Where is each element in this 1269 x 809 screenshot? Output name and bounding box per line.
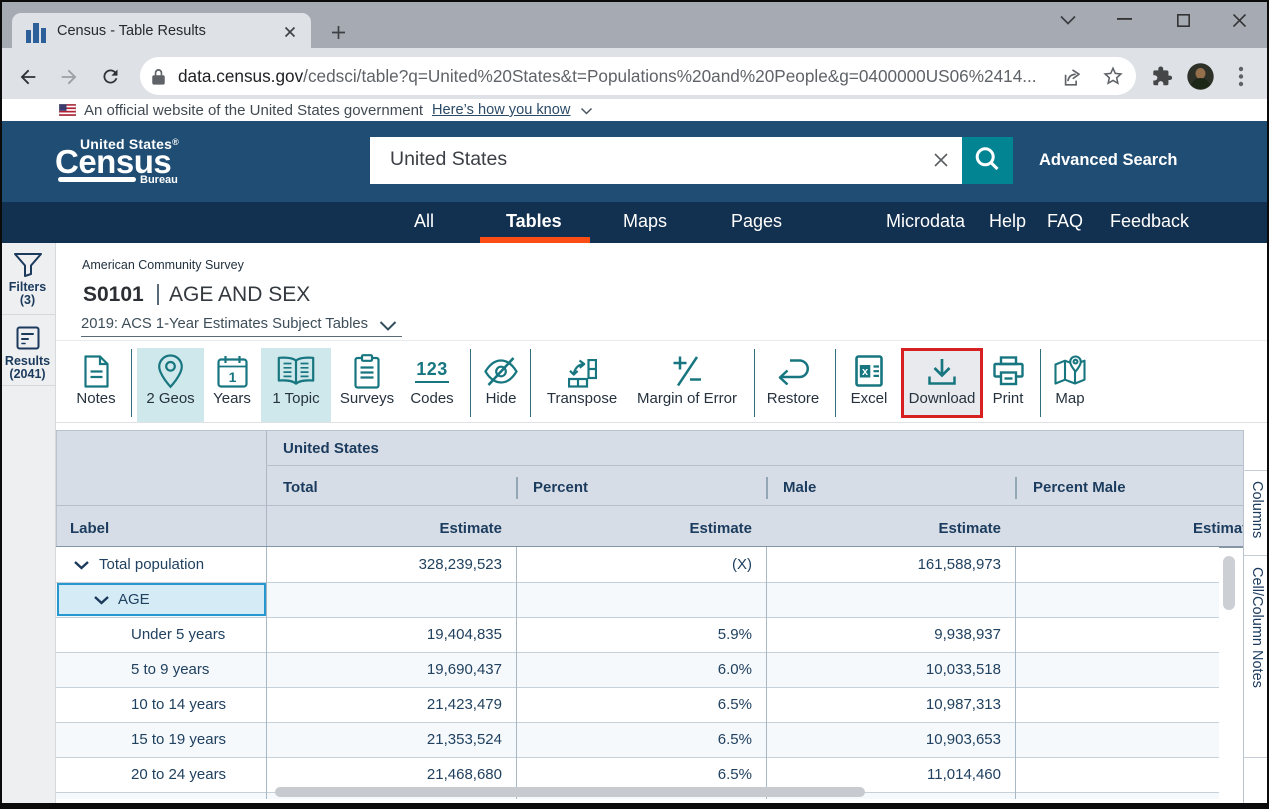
svg-text:1: 1 bbox=[228, 369, 236, 385]
svg-text:x: x bbox=[862, 366, 869, 378]
